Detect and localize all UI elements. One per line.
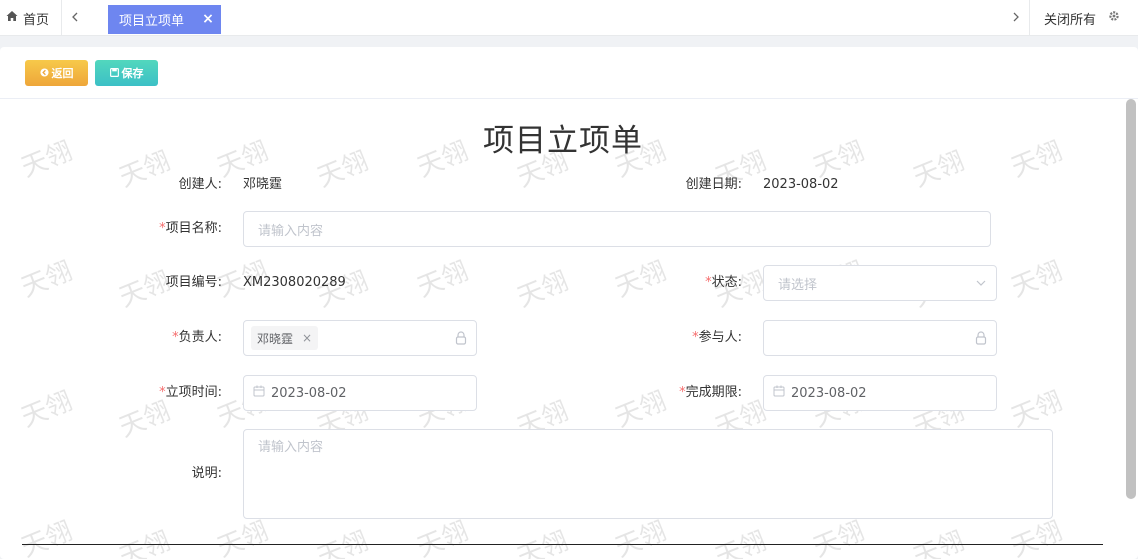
- project-name-placeholder: 请输入内容: [258, 223, 324, 239]
- vertical-scrollbar[interactable]: [1126, 99, 1136, 499]
- description-label: 说明:: [191, 466, 222, 481]
- back-button-label: 返回: [51, 67, 74, 80]
- deadline-date-picker[interactable]: 2023-08-02: [763, 375, 997, 411]
- watermark-text: 天翎: [1007, 386, 1067, 434]
- watermark-text: 天翎: [1007, 256, 1067, 304]
- create-date-label: 创建日期:: [685, 177, 742, 192]
- deadline-label-text: 完成期限:: [685, 385, 742, 400]
- tab-bar: 首页 项目立项单 × 关闭所有: [0, 0, 1138, 36]
- form-toolbar: 返回 保存: [0, 47, 1138, 99]
- create-date-value: 2023-08-02: [763, 177, 839, 192]
- project-name-label: *项目名称:: [140, 219, 222, 239]
- watermark-text: 天翎: [909, 526, 969, 559]
- save-button[interactable]: 保存: [95, 60, 158, 86]
- start-date-picker[interactable]: 2023-08-02: [243, 375, 477, 411]
- creator-label: 创建人:: [178, 177, 222, 192]
- description-placeholder: 请输入内容: [258, 440, 324, 455]
- watermark-text: 天翎: [17, 516, 77, 559]
- watermark-text: 天翎: [413, 256, 473, 304]
- project-name-label-text: 项目名称:: [165, 221, 222, 236]
- description-textarea[interactable]: 请输入内容: [243, 429, 1053, 519]
- deadline-value: 2023-08-02: [791, 385, 867, 401]
- chevron-right-icon: [1012, 11, 1020, 26]
- close-all-tabs-button[interactable]: 关闭所有: [1029, 0, 1138, 36]
- owner-tag-label: 邓晓霆: [257, 331, 294, 346]
- watermark-text: 天翎: [17, 386, 77, 434]
- remove-tag-icon[interactable]: ×: [302, 331, 312, 345]
- start-date-value: 2023-08-02: [271, 385, 347, 401]
- save-icon: [109, 67, 119, 80]
- owner-label: *负责人:: [140, 328, 222, 348]
- home-icon: [6, 10, 18, 26]
- tab-label: 项目立项单: [119, 14, 185, 29]
- lock-icon: [454, 331, 468, 345]
- tab-home-label: 首页: [23, 12, 50, 28]
- tab-project-approval[interactable]: 项目立项单 ×: [108, 5, 221, 34]
- watermark-text: 天翎: [115, 526, 175, 559]
- calendar-icon: [253, 385, 265, 401]
- watermark-text: 天翎: [513, 266, 573, 314]
- chevron-down-icon: [974, 276, 988, 290]
- back-button[interactable]: 返回: [25, 60, 88, 86]
- start-date-label-text: 立项时间:: [165, 385, 222, 400]
- tabs-scroll-right-button[interactable]: [1004, 0, 1028, 36]
- status-placeholder: 请选择: [778, 277, 818, 293]
- watermark-text: 天翎: [711, 526, 771, 559]
- divider: [22, 544, 1103, 545]
- creator-value: 邓晓霆: [243, 177, 283, 192]
- lock-icon: [974, 331, 988, 345]
- start-date-label: *立项时间:: [140, 383, 222, 403]
- owner-label-text: 负责人:: [178, 330, 222, 345]
- participants-label-text: 参与人:: [698, 330, 742, 345]
- project-no-value: XM2308020289: [243, 275, 346, 290]
- participants-label: *参与人:: [650, 328, 742, 348]
- close-icon[interactable]: ×: [202, 11, 214, 27]
- status-label: *状态:: [650, 273, 742, 293]
- chevron-left-icon: [71, 11, 79, 26]
- participants-selector[interactable]: [763, 320, 997, 356]
- status-select[interactable]: 请选择: [763, 265, 997, 301]
- page-title: 项目立项单: [483, 123, 643, 159]
- calendar-icon: [773, 385, 785, 401]
- owner-tag: 邓晓霆 ×: [251, 326, 319, 350]
- watermark-text: 天翎: [313, 526, 373, 559]
- form-card: 返回 保存 天翎 天翎 天翎 天翎 天翎 天翎 天翎 天翎 天翎 天翎 天翎 天翎 天翎 天翎 天翎 天翎 天翎…: [0, 47, 1138, 559]
- watermark-text: 天翎: [17, 256, 77, 304]
- back-arrow-icon: [39, 67, 49, 80]
- owner-selector[interactable]: 邓晓霆 ×: [243, 320, 477, 356]
- deadline-label: *完成期限:: [650, 383, 742, 403]
- status-label-text: 状态:: [711, 275, 742, 290]
- save-button-label: 保存: [121, 67, 144, 80]
- close-all-label: 关闭所有: [1044, 12, 1097, 28]
- project-name-input[interactable]: 请输入内容: [243, 211, 991, 247]
- tab-home[interactable]: 首页: [0, 0, 62, 36]
- gear-icon[interactable]: [1108, 10, 1120, 26]
- project-no-label: 项目编号:: [165, 275, 222, 290]
- watermark-text: 天翎: [513, 526, 573, 559]
- tabs-scroll-left-button[interactable]: [63, 0, 87, 36]
